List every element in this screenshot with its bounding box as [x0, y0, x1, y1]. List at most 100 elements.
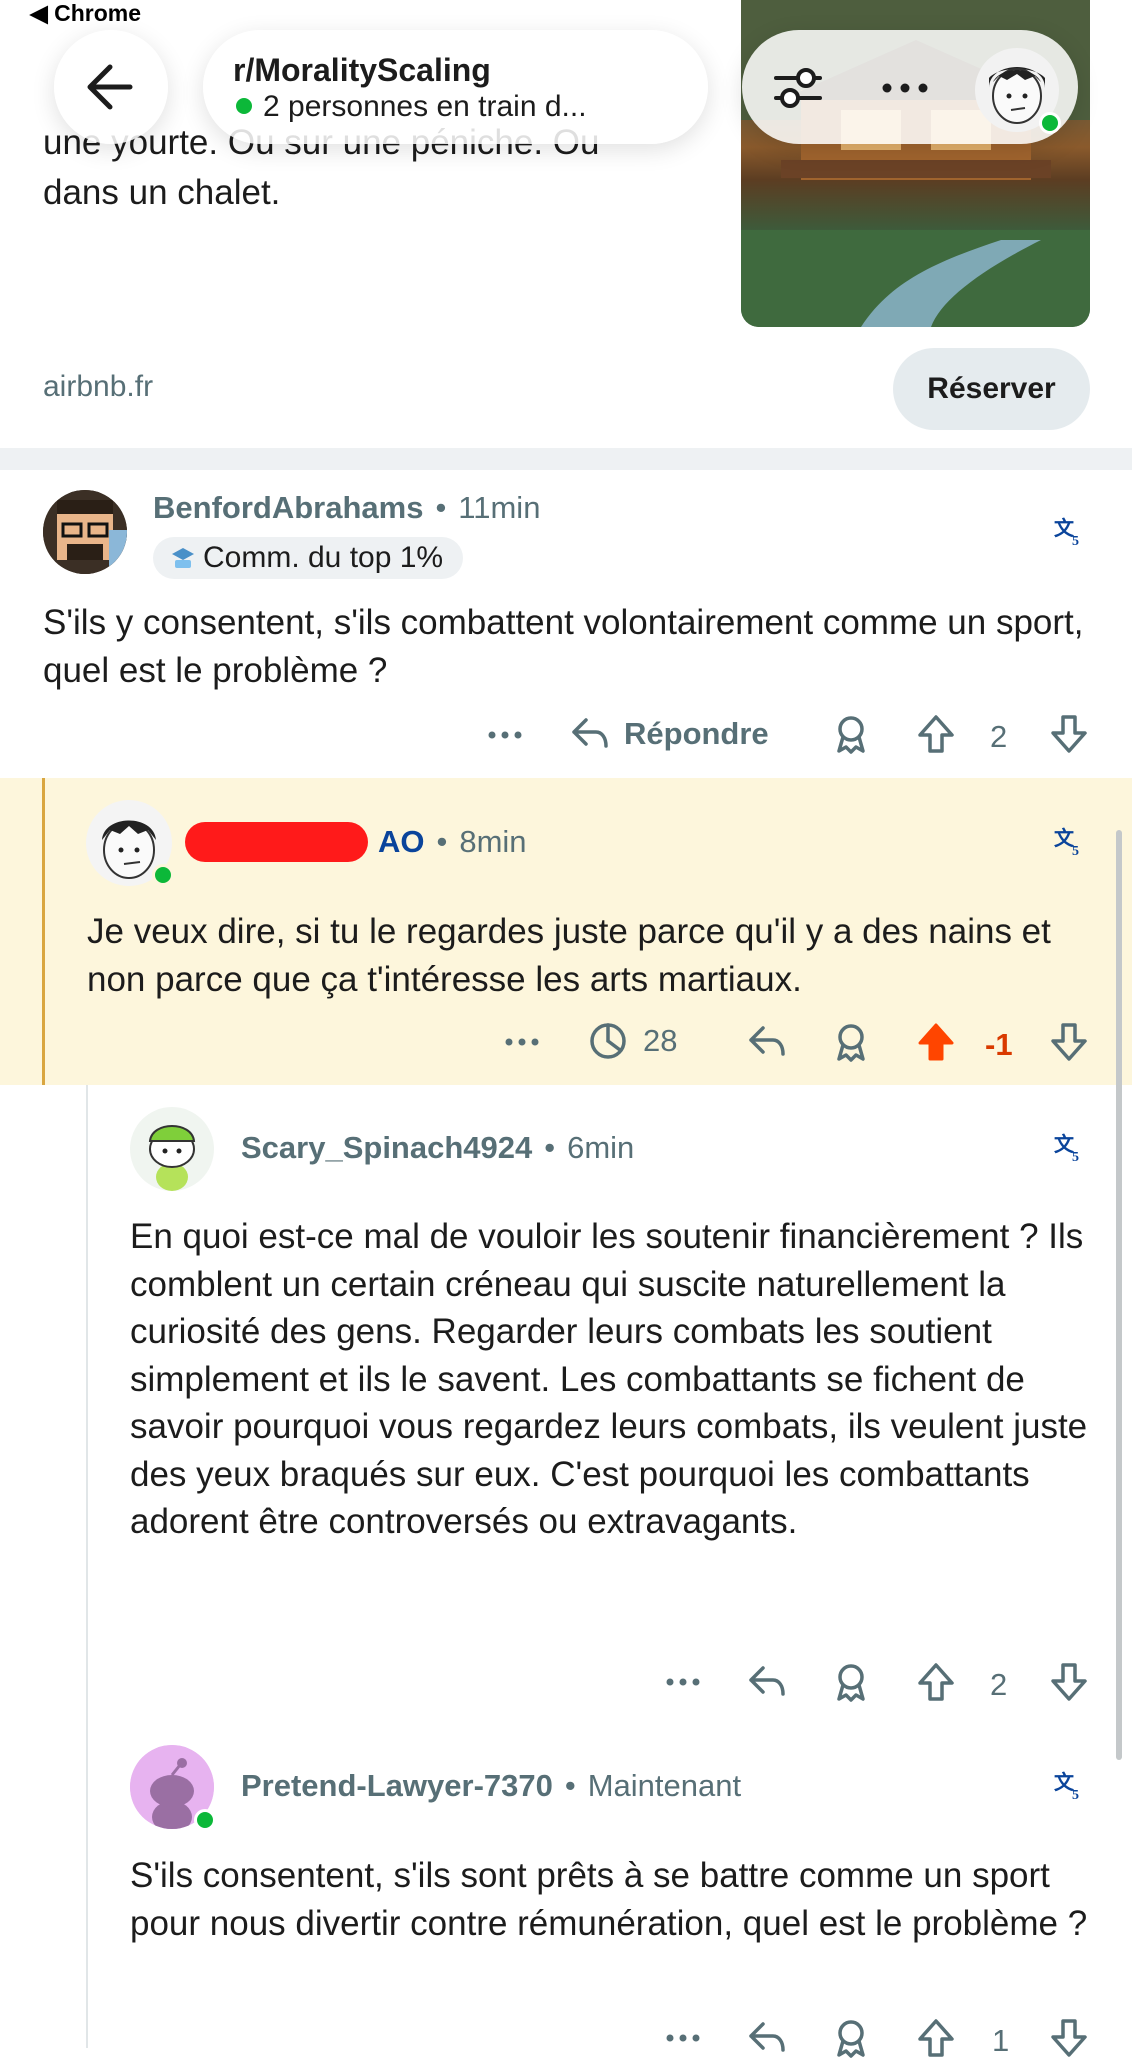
reply-label: Répondre — [624, 716, 769, 751]
divider — [0, 448, 1132, 470]
username[interactable]: Scary_Spinach4924 — [241, 1130, 532, 1166]
reply-button[interactable]: Répondre — [568, 712, 769, 756]
commenter-avatar[interactable] — [130, 1107, 214, 1191]
back-button[interactable] — [54, 30, 168, 144]
reply-button[interactable] — [745, 1020, 789, 1064]
arrow-down-icon — [1051, 2019, 1087, 2057]
reply-icon — [749, 2022, 785, 2052]
comment-body: S'ils consentent, s'ils sont prêts à se … — [130, 1856, 1088, 1943]
online-dot-icon — [236, 98, 252, 114]
award-icon — [837, 716, 865, 754]
svg-text:5: 5 — [1072, 844, 1079, 859]
online-status-icon — [1039, 112, 1061, 134]
award-button[interactable] — [829, 1020, 873, 1064]
translate-button[interactable]: 文 5 — [1052, 825, 1086, 859]
reply-icon — [749, 1666, 785, 1696]
upvote-button[interactable] — [914, 1660, 958, 1704]
award-button[interactable] — [829, 2016, 873, 2060]
thread-line — [42, 778, 45, 1085]
views-icon — [590, 1023, 626, 1059]
pixel-avatar-icon — [43, 490, 127, 574]
ad-domain[interactable]: airbnb.fr — [43, 370, 153, 404]
timestamp: Maintenant — [587, 1768, 742, 1803]
more-actions-button[interactable] — [502, 1022, 542, 1062]
thread-line — [86, 1085, 88, 2048]
back-to-chrome-link[interactable]: ◀ Chrome — [30, 0, 141, 27]
translate-icon: 文 5 — [1054, 1132, 1079, 1165]
translate-button[interactable]: 文 5 — [1052, 1769, 1086, 1803]
arrow-down-icon — [1051, 715, 1087, 753]
timestamp: 8min — [459, 824, 527, 859]
meta-separator: • — [564, 1768, 576, 1803]
flair-text: Comm. du top 1% — [203, 541, 444, 574]
meta-separator: • — [435, 490, 447, 525]
more-options-button[interactable] — [877, 70, 933, 106]
scrollbar[interactable] — [1116, 830, 1122, 1760]
ad-text-line: dans un chalet. — [43, 173, 281, 212]
reply-icon — [749, 1026, 785, 1056]
filter-button[interactable] — [770, 60, 826, 116]
arrow-up-icon — [918, 715, 954, 753]
username[interactable]: Pretend-Lawyer-7370 — [241, 1768, 553, 1804]
timestamp: 11min — [458, 490, 541, 525]
redacted-username — [185, 822, 368, 862]
commenter-avatar[interactable] — [43, 490, 127, 574]
ellipsis-icon — [505, 1038, 539, 1046]
username[interactable]: BenfordAbrahams — [153, 490, 423, 526]
meta-separator: • — [544, 1130, 556, 1165]
upvote-button-active[interactable] — [914, 1020, 958, 1064]
views-count: 28 — [643, 1023, 678, 1058]
reply-button[interactable] — [745, 1660, 789, 1704]
arrow-down-icon — [1051, 1663, 1087, 1701]
comment-body: En quoi est-ce mal de vouloir les souten… — [130, 1217, 1088, 1541]
comment-body: Je veux dire, si tu le regardes juste pa… — [87, 912, 1051, 999]
ellipsis-icon — [666, 2034, 700, 2042]
downvote-button[interactable] — [1047, 712, 1091, 756]
sliders-icon — [774, 68, 822, 108]
vote-count: 1 — [992, 2023, 1010, 2058]
subreddit-name[interactable]: r/MoralityScaling — [233, 52, 491, 89]
online-status-icon — [194, 1809, 216, 1831]
award-icon — [837, 2020, 865, 2058]
downvote-button[interactable] — [1047, 1020, 1091, 1064]
award-icon — [837, 1664, 865, 1702]
downvote-button[interactable] — [1047, 2016, 1091, 2060]
ellipsis-icon — [666, 1678, 700, 1686]
snoo-avatar-icon — [148, 1125, 196, 1191]
reply-icon — [572, 718, 608, 748]
comment-meta: Scary_Spinach4924 • 6min — [241, 1130, 634, 1166]
vote-count: 2 — [990, 1667, 1008, 1702]
arrow-left-icon — [87, 64, 133, 110]
arrow-down-icon — [1051, 1023, 1087, 1061]
comment-meta: BenfordAbrahams • 11min — [153, 490, 540, 526]
meta-separator: • — [436, 824, 448, 859]
upvote-button[interactable] — [914, 712, 958, 756]
vote-count: 2 — [990, 719, 1008, 754]
views-stat[interactable]: 28 — [587, 1020, 677, 1062]
translate-button[interactable]: 文 5 — [1052, 515, 1086, 549]
reply-button[interactable] — [745, 2016, 789, 2060]
more-actions-button[interactable] — [663, 2018, 703, 2058]
vote-count: -1 — [985, 1027, 1013, 1062]
more-actions-button[interactable] — [485, 715, 525, 755]
ellipsis-icon — [882, 83, 928, 93]
comment-body: S'ils y consentent, s'ils combattent vol… — [43, 603, 1084, 690]
downvote-button[interactable] — [1047, 1660, 1091, 1704]
online-status-icon — [152, 864, 174, 886]
arrow-up-icon — [918, 1663, 954, 1701]
comment-meta: AO • 8min — [378, 824, 527, 860]
translate-icon: 文 5 — [1054, 516, 1079, 549]
award-icon — [837, 1024, 865, 1062]
more-actions-button[interactable] — [663, 1662, 703, 1702]
translate-icon: 文 5 — [1054, 1770, 1079, 1803]
award-button[interactable] — [829, 1660, 873, 1704]
upvote-button[interactable] — [914, 2016, 958, 2060]
translate-button[interactable]: 文 5 — [1052, 1131, 1086, 1165]
reserve-button[interactable]: Réserver — [893, 348, 1090, 430]
top-commenter-icon — [172, 548, 194, 568]
comment-meta: Pretend-Lawyer-7370 • Maintenant — [241, 1768, 741, 1804]
award-button[interactable] — [829, 712, 873, 756]
op-tag: AO — [378, 824, 425, 859]
svg-text:5: 5 — [1072, 1788, 1079, 1803]
online-count: 2 personnes en train d... — [263, 90, 587, 123]
